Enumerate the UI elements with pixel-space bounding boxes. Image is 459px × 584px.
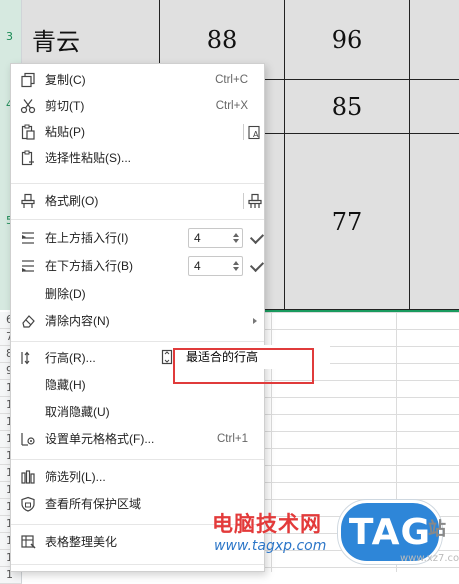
filter-column-icon (21, 470, 35, 484)
menu-item-clear-content[interactable]: 清除内容(N) (11, 308, 264, 334)
format-brush-icon (21, 193, 35, 208)
menu-item-paste-special[interactable]: 选择性粘贴(S)... (11, 145, 264, 171)
paste-icon (21, 124, 35, 140)
stepper-up-icon[interactable] (233, 261, 239, 265)
insert-row-below-icon (22, 260, 34, 272)
stepper-up-icon[interactable] (233, 233, 239, 237)
copy-icon (21, 72, 35, 88)
menu-separator (11, 219, 264, 220)
separator-bar (243, 124, 244, 140)
menu-separator (11, 183, 264, 184)
stepper-down-icon[interactable] (233, 239, 239, 243)
submenu-arrow-icon (253, 318, 257, 324)
cell-score-2[interactable]: 77 (285, 134, 410, 310)
watermark-suffix: 站 (428, 519, 446, 540)
cell-score-2[interactable]: 96 (285, 0, 410, 80)
watermark-site-name: 电脑技术网 (212, 512, 322, 536)
format-cells-icon (21, 433, 35, 446)
highlight-box (173, 348, 314, 384)
cell-empty[interactable] (410, 80, 459, 134)
menu-separator (11, 459, 264, 460)
menu-item-insert-row-below[interactable]: 在下方插入行(B) 4 (11, 253, 265, 279)
eraser-icon (22, 315, 35, 328)
paste-special-icon (21, 150, 34, 166)
cell-empty[interactable] (410, 134, 459, 310)
row-height-icon (21, 351, 30, 365)
confirm-check-icon[interactable] (249, 257, 265, 273)
scissors-icon (20, 99, 36, 114)
menu-separator (11, 564, 264, 565)
format-brush-alt-icon[interactable] (247, 193, 263, 209)
menu-separator (11, 341, 264, 342)
menu-item-filter-column[interactable]: 筛选列(L)... (11, 464, 264, 490)
table-beautify-icon (21, 535, 36, 549)
insert-below-count-stepper[interactable]: 4 (188, 256, 243, 276)
insert-above-count-stepper[interactable]: 4 (188, 228, 243, 248)
menu-item-delete[interactable]: 删除(D) (11, 281, 264, 307)
menu-item-format-cells[interactable]: 设置单元格格式(F)... Ctrl+1 (11, 426, 264, 452)
stepper-down-icon[interactable] (233, 267, 239, 271)
svg-text:A: A (253, 130, 259, 139)
confirm-check-icon[interactable] (249, 229, 265, 245)
paste-text-icon[interactable]: A (247, 124, 263, 140)
menu-item-insert-row-above[interactable]: 在上方插入行(I) 4 (11, 225, 265, 251)
menu-item-unhide[interactable]: 取消隐藏(U) (11, 399, 264, 425)
context-menu: 复制(C) Ctrl+C 剪切(T) Ctrl+X 粘贴(P) A 选择性粘贴(… (10, 63, 265, 572)
cell-empty[interactable] (410, 0, 459, 80)
insert-row-above-icon (22, 232, 34, 244)
menu-item-copy[interactable]: 复制(C) Ctrl+C (11, 67, 264, 93)
shield-icon (21, 496, 35, 512)
menu-item-format-painter[interactable]: 格式刷(O) (11, 188, 264, 214)
cell-score-2[interactable]: 85 (285, 80, 410, 134)
separator-bar (243, 193, 244, 209)
menu-item-paste[interactable]: 粘贴(P) A (11, 119, 264, 145)
watermark-sub: www.xz7.com (400, 553, 459, 564)
menu-item-cut[interactable]: 剪切(T) Ctrl+X (11, 93, 264, 119)
watermark-site-url: www.tagxp.com (214, 538, 327, 554)
